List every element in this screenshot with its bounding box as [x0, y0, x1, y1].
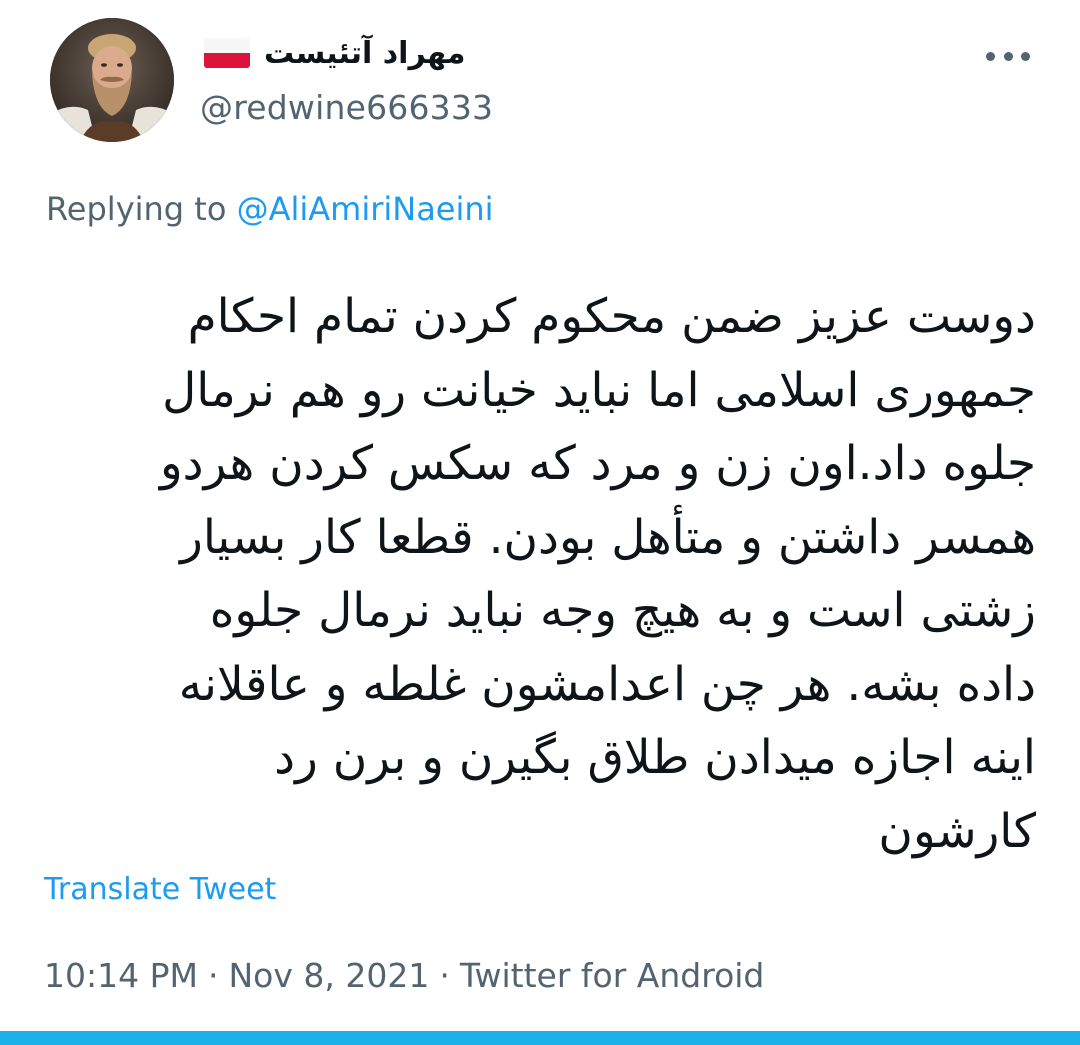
tweet-text-line: جلوه داد.اون زن و مرد که سکس کردن هردو	[159, 436, 1036, 491]
translate-tweet-link[interactable]: Translate Tweet	[44, 872, 276, 907]
tweet-text-line: اینه اجازه میدادن طلاق بگیرن و برن رد	[274, 730, 1036, 785]
tweet-text-line: دوست عزیز ضمن محکوم کردن تمام احکام	[187, 289, 1036, 344]
replying-to-prefix: Replying to	[46, 190, 237, 228]
tweet-source[interactable]: Twitter for Android	[460, 956, 765, 995]
more-horizontal-icon	[986, 51, 995, 61]
tweet-text-line: داده بشه. هر چن اعدامشون غلطه و عاقلانه	[178, 656, 1036, 712]
avatar[interactable]	[50, 18, 174, 142]
tweet-text-line: همسر داشتن و متأهل بودن. قطعا کار بسیار	[180, 509, 1036, 565]
tweet-text-line: زشتی است و به هیچ وجه نباید نرمال جلوه	[209, 583, 1036, 638]
tweet-date[interactable]: Nov 8, 2021	[228, 956, 429, 995]
tweet-text: دوست عزیز ضمن محکوم کردن تمام احکام جمهو…	[36, 280, 1036, 868]
tweet-time[interactable]: 10:14 PM	[44, 956, 198, 995]
replying-to: Replying to @AliAmiriNaeini	[46, 190, 494, 228]
accent-bar	[0, 1031, 1080, 1045]
name-row: مهراد آتئیست	[200, 30, 900, 76]
author-block: مهراد آتئیست @redwine666333	[200, 30, 900, 140]
more-dot	[1003, 51, 1013, 61]
tweet-text-line: کارشون	[878, 803, 1036, 859]
display-name[interactable]: مهراد آتئیست	[264, 36, 466, 71]
poland-flag-icon	[204, 38, 250, 68]
tweet-text-line: جمهوری اسلامی اما نباید خیانت رو هم نرما…	[162, 362, 1036, 418]
tweet-detail: مهراد آتئیست @redwine666333 Replying to …	[0, 0, 1080, 1045]
replying-to-mention[interactable]: @AliAmiriNaeini	[237, 190, 494, 228]
user-handle[interactable]: @redwine666333	[200, 88, 900, 127]
bearded-man-avatar-icon	[50, 18, 174, 142]
tweet-meta: 10:14 PM · Nov 8, 2021 · Twitter for Android	[44, 956, 764, 995]
more-dot	[1021, 51, 1030, 61]
more-options-button[interactable]	[986, 46, 1030, 66]
meta-separator: ·	[207, 956, 219, 995]
meta-separator: ·	[439, 956, 450, 995]
